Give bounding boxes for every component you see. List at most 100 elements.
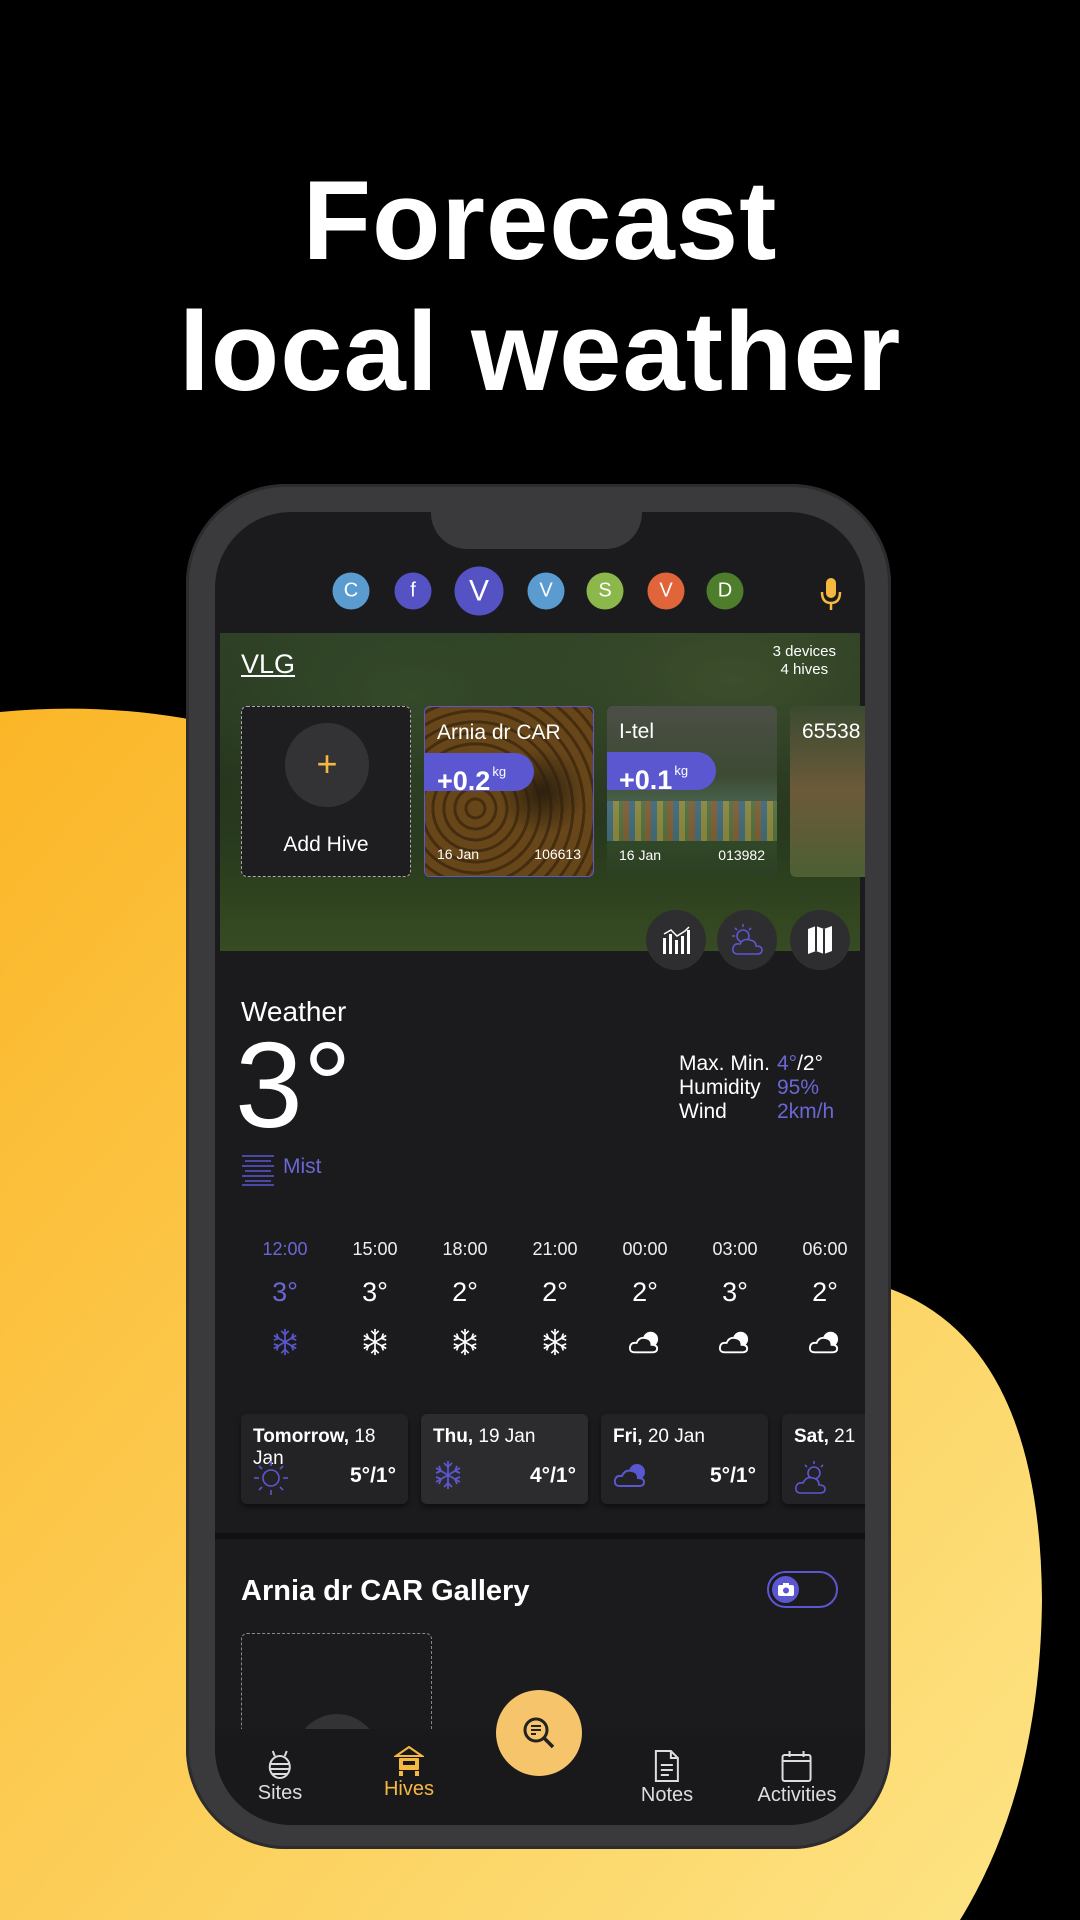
cloud-icon (600, 1328, 690, 1361)
hive-name: Arnia dr CAR (437, 721, 561, 744)
weather-stat-row: Humidity 95% (679, 1076, 834, 1100)
site-avatar[interactable]: D (706, 572, 744, 610)
microphone-icon[interactable] (819, 577, 843, 611)
hive-card[interactable]: 65538 (790, 706, 865, 877)
weather-button[interactable] (717, 910, 777, 970)
day-card[interactable]: Thu, 19 Jan 4°/1° (421, 1414, 588, 1504)
add-hive-label: Add Hive (283, 833, 369, 856)
stat-value: 2km/h (777, 1100, 835, 1123)
nav-activities[interactable]: Activities (757, 1750, 837, 1807)
hive-date: 16 Jan (437, 846, 480, 862)
site-avatar[interactable]: V (454, 566, 504, 616)
cloud-icon (690, 1328, 780, 1361)
note-icon (641, 1750, 693, 1782)
search-icon (523, 1717, 555, 1749)
hour-temp: 2° (452, 1277, 478, 1307)
partly-cloudy-icon (794, 1460, 830, 1501)
site-avatar[interactable]: V (647, 572, 685, 610)
site-banner: VLG 3 devices 4 hives + Add Hive Arnia d… (220, 633, 865, 951)
camera-toggle[interactable] (767, 1571, 838, 1608)
divider (215, 1533, 865, 1539)
bee-icon (258, 1750, 302, 1780)
hour-temp: 3° (362, 1277, 388, 1307)
hour-time: 12:00 (262, 1239, 308, 1259)
snow-icon (330, 1328, 420, 1361)
phone-notch (431, 505, 642, 549)
hive-date: 16 Jan (619, 847, 662, 863)
headline-line2: local weather (178, 289, 902, 414)
hour-time: 21:00 (532, 1239, 578, 1259)
camera-icon (772, 1576, 799, 1603)
nav-label: Sites (257, 1782, 303, 1804)
hive-icon (384, 1746, 434, 1776)
stat-label: Humidity (679, 1076, 761, 1099)
mist-icon (242, 1155, 274, 1186)
weather-condition: Mist (283, 1155, 322, 1178)
day-card[interactable]: Tomorrow, 18 Jan 5°/1° (241, 1414, 408, 1504)
hour-time: 00:00 (622, 1239, 668, 1259)
day-card[interactable]: Sat, 21 (782, 1414, 865, 1504)
snow-icon (420, 1328, 510, 1361)
snow-icon (433, 1460, 463, 1495)
plus-icon: + (285, 723, 369, 807)
site-avatar[interactable]: f (394, 572, 432, 610)
headline-line1: Forecast (302, 158, 778, 283)
day-label: Fri, 20 Jan (613, 1426, 705, 1447)
day-temp: 4°/1° (530, 1464, 576, 1487)
site-name[interactable]: VLG (241, 649, 295, 680)
site-avatar[interactable]: C (332, 572, 370, 610)
hour-temp: 3° (722, 1277, 748, 1307)
chart-button[interactable] (646, 910, 706, 970)
snow-icon (510, 1328, 600, 1361)
current-temp: 3° (235, 1017, 352, 1153)
weather-stat-row: Wind 2km/h (679, 1100, 834, 1124)
hive-name: 65538 (802, 720, 861, 743)
hour-time: 06:00 (802, 1239, 848, 1259)
nav-label: Notes (640, 1784, 694, 1806)
hour-temp: 2° (632, 1277, 658, 1307)
stat-label: Max. Min. (679, 1052, 771, 1075)
nav-sites[interactable]: Sites (258, 1750, 302, 1805)
weight-badge: +0.1 kg (607, 752, 717, 795)
hour-time: 18:00 (442, 1239, 488, 1259)
hive-id: 013982 (718, 847, 765, 863)
map-button[interactable] (790, 910, 850, 970)
site-avatar[interactable]: V (527, 572, 565, 610)
day-label: Sat, 21 (794, 1426, 856, 1447)
search-notes-fab[interactable] (496, 1690, 582, 1776)
hive-card[interactable]: I-tel +0.1 kg 16 Jan 013982 (607, 706, 777, 877)
weather-stat-row: Max. Min. 4°/2° (679, 1052, 834, 1076)
day-label: Thu, 19 Jan (433, 1426, 536, 1447)
stat-value: 95% (777, 1076, 820, 1099)
nav-label: Activities (757, 1784, 837, 1806)
weight-badge: +0.2 kg (425, 753, 535, 796)
hour-temp: 2° (812, 1277, 838, 1307)
hour-temp: 3° (272, 1277, 298, 1307)
stat-label: Wind (679, 1100, 727, 1123)
hive-name: I-tel (619, 720, 655, 743)
map-icon (808, 926, 832, 954)
site-avatar[interactable]: S (586, 572, 624, 610)
device-count: 3 devices (772, 643, 836, 660)
cloud-icon (780, 1328, 865, 1361)
cloud-icon (613, 1460, 649, 1495)
weather-icon (732, 924, 763, 955)
hour-time: 15:00 (352, 1239, 398, 1259)
snow-icon (240, 1328, 330, 1361)
weather-stats: Max. Min. 4°/2° Humidity 95% Wind 2km/h (679, 1052, 834, 1124)
nav-notes[interactable]: Notes (641, 1750, 693, 1807)
gallery-title: Arnia dr CAR Gallery (241, 1575, 530, 1607)
hive-id: 106613 (534, 846, 581, 862)
stat-value: 4°/2° (777, 1052, 823, 1075)
day-temp: 5°/1° (710, 1464, 756, 1487)
hive-card[interactable]: Arnia dr CAR +0.2 kg 16 Jan 106613 (424, 706, 594, 877)
day-temp: 5°/1° (350, 1464, 396, 1487)
add-hive-card[interactable]: + Add Hive (241, 706, 411, 877)
app-screen: VLG 3 devices 4 hives + Add Hive Arnia d… (215, 512, 865, 1825)
hour-temp: 2° (542, 1277, 568, 1307)
calendar-icon (758, 1750, 837, 1782)
hour-time: 03:00 (712, 1239, 758, 1259)
nav-hives[interactable]: Hives (384, 1746, 434, 1801)
nav-label: Hives (383, 1778, 435, 1800)
day-card[interactable]: Fri, 20 Jan 5°/1° (601, 1414, 768, 1504)
